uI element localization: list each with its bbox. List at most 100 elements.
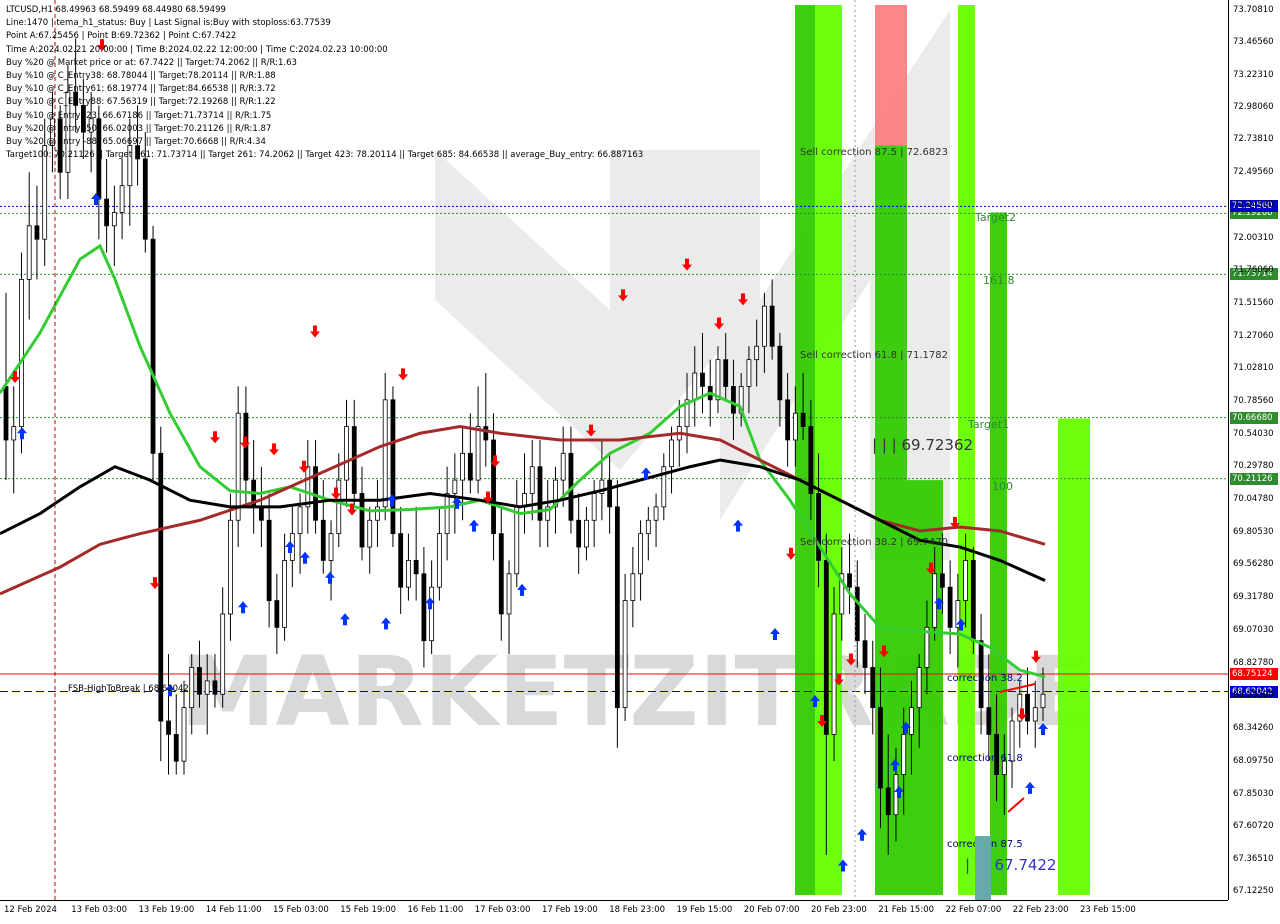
x-tick-label: 15 Feb 19:00 (340, 905, 397, 915)
candle-body (669, 439, 674, 468)
candle-body (1025, 693, 1030, 722)
time-axis[interactable]: 12 Feb 2024 13 Feb 03:00 13 Feb 19:00 14 Fe… (0, 900, 1228, 921)
candle-body (885, 787, 891, 816)
y-tick-label: 67.60720 (1233, 821, 1274, 832)
chart-root: MARKETZITRADE Sell correction 87.5 | 72.… (0, 0, 1280, 920)
candle-body (3, 386, 9, 441)
candle-body (119, 185, 125, 213)
info-line: Buy %20 @ Entry -88: 65.06697 || Target:… (6, 137, 266, 148)
info-line: Buy %10 @ Entry -23: 66.67186 || Target:… (6, 110, 272, 121)
candle-body (514, 506, 520, 575)
info-panel: LTCUSD,H1 68.49963 68.59499 68.44980 68.… (6, 4, 643, 162)
candle-body (467, 452, 473, 481)
info-line: Line:1470 | tema_h1_status: Buy | Last S… (6, 18, 331, 29)
y-tick-label: 73.46560 (1233, 37, 1274, 48)
candle-body (413, 560, 419, 575)
candle-body (823, 560, 829, 735)
candle-body (34, 225, 40, 240)
candle-body (228, 519, 233, 615)
y-tick-label: 73.70810 (1233, 4, 1274, 15)
candle-body (390, 399, 396, 535)
candle-body (274, 600, 280, 628)
candle-body (282, 560, 287, 628)
candle-body (220, 613, 226, 695)
candle-body (19, 278, 24, 427)
candle-body (762, 305, 767, 347)
y-tick-label: 71.27060 (1233, 330, 1274, 341)
candle-body (529, 466, 535, 494)
y-tick-label: 68.82780 (1233, 657, 1274, 668)
level-price-tag: 68.75124 (1230, 668, 1278, 680)
candle-body (715, 359, 721, 401)
correction-618-label: correction 61.8 (947, 753, 1023, 764)
candle-body (444, 493, 450, 535)
candle-body (970, 560, 976, 642)
x-tick-label: 22 Feb 23:00 (1012, 905, 1069, 915)
candle-body (754, 345, 760, 361)
candle-body (483, 426, 489, 441)
candle-body (792, 412, 798, 441)
x-tick-label: 19 Feb 15:00 (676, 905, 733, 915)
candle-body (878, 707, 883, 789)
y-tick-label: 69.56280 (1233, 559, 1274, 570)
candle-body (11, 426, 17, 441)
x-tick-label: 23 Feb 15:00 (1080, 905, 1136, 915)
candle-body (266, 519, 272, 601)
x-tick-label: 17 Feb 03:00 (474, 905, 531, 915)
candle-body (1040, 693, 1046, 709)
x-tick-label: 18 Feb 23:00 (609, 905, 666, 915)
y-tick-label: 69.80530 (1233, 526, 1274, 537)
y-tick-label: 70.29780 (1233, 461, 1274, 472)
candle-body (452, 479, 458, 494)
y-tick-label: 73.22310 (1233, 69, 1274, 80)
info-line: Buy %20 @ Entry -50: 66.02003 || Target:… (6, 123, 272, 134)
x-tick-label: 17 Feb 19:00 (542, 905, 598, 915)
candle-body (576, 519, 582, 548)
x-tick-label: 21 Feb 15:00 (878, 905, 935, 915)
fsb-label: FSB-HighToBreak | 68.62042 (68, 684, 189, 694)
candle-body (189, 667, 195, 709)
candle-body (491, 439, 496, 535)
y-tick-label: 71.51560 (1233, 298, 1274, 309)
candle-body (142, 158, 148, 240)
candle-body (800, 412, 806, 427)
x-tick-label: 13 Feb 19:00 (138, 905, 195, 915)
candle-body (909, 707, 914, 735)
candle-body (436, 533, 442, 588)
x-tick-label: 14 Feb 11:00 (205, 905, 262, 915)
candle-body (320, 519, 326, 561)
candle-body (197, 667, 202, 695)
candle-body (406, 560, 411, 588)
candle-body (584, 519, 589, 548)
sell-correction-875: Sell correction 87.5 | 72.6823 (800, 147, 948, 158)
target2-label: Target2 (974, 211, 1016, 224)
candle-body (398, 533, 404, 588)
point-c-marker (975, 836, 991, 900)
candle-body (769, 305, 775, 347)
price-axis[interactable]: 72.19268 72.24560 71.73714 70.66680 70.21126… (1228, 0, 1280, 900)
candle-body (328, 533, 334, 561)
candle-body (963, 560, 969, 601)
candle-body (235, 412, 241, 521)
candle-body (173, 733, 179, 762)
candle-body (645, 519, 651, 535)
y-tick-label: 71.76060 (1233, 265, 1274, 276)
x-tick-label: 20 Feb 07:00 (743, 905, 800, 915)
y-tick-label: 68.34260 (1233, 722, 1274, 733)
candle-body (916, 667, 922, 709)
y-tick-label: 72.24560 (1233, 200, 1274, 211)
candle-body (816, 493, 821, 561)
candle-body (591, 493, 597, 521)
y-tick-label: 70.78560 (1233, 395, 1274, 406)
candle-body (166, 720, 171, 735)
y-tick-label: 72.98060 (1233, 101, 1274, 112)
candle-body (560, 452, 566, 481)
y-tick-label: 71.02810 (1233, 363, 1274, 374)
candle-body (653, 506, 659, 521)
candle-body (297, 506, 303, 535)
candle-body (777, 345, 783, 401)
y-tick-label: 67.36510 (1233, 853, 1274, 864)
candle-body (305, 466, 311, 508)
candle-body (607, 479, 613, 508)
fib-1618-label: 161.8 (983, 274, 1015, 287)
